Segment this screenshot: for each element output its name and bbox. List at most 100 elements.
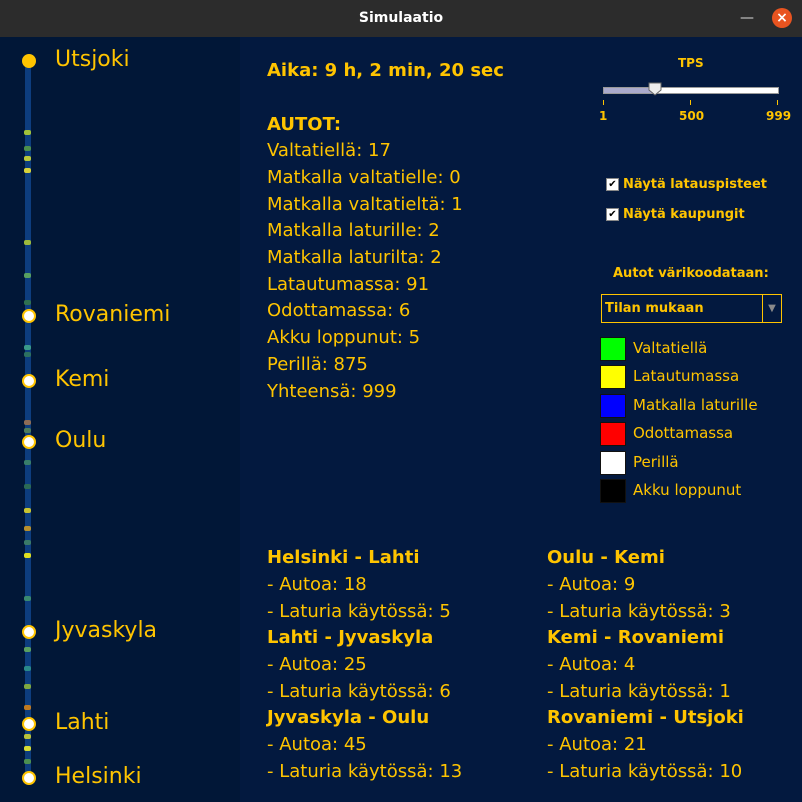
- segment-cars: - Autoa: 21: [547, 734, 647, 755]
- simulation-time: Aika: 9 h, 2 min, 20 sec: [267, 60, 504, 81]
- city-marker-helsinki: [22, 771, 36, 785]
- legend-swatch: [600, 451, 626, 475]
- legend-label: Valtatiellä: [633, 339, 708, 357]
- car-marker: [24, 746, 31, 751]
- stat-line: Odottamassa: 6: [267, 300, 411, 321]
- checkbox-label: Näytä latauspisteet: [623, 177, 768, 192]
- car-marker: [24, 484, 31, 489]
- car-marker: [24, 420, 31, 425]
- legend-label: Latautumassa: [633, 367, 740, 385]
- legend-swatch: [600, 337, 626, 361]
- segment-title: Helsinki - Lahti: [267, 547, 420, 568]
- checkbox-check-icon[interactable]: ✔: [606, 208, 619, 221]
- car-marker: [24, 300, 31, 305]
- stat-line: Matkalla valtatieltä: 1: [267, 194, 463, 215]
- tps-slider-thumb[interactable]: [648, 82, 662, 96]
- tps-tick: [603, 100, 604, 105]
- stat-line: Akku loppunut: 5: [267, 327, 421, 348]
- city-label-jyvaskyla: Jyvaskyla: [55, 618, 158, 643]
- show-cities-checkbox[interactable]: ✔ Näytä kaupungit: [606, 207, 745, 222]
- close-icon[interactable]: ×: [772, 8, 792, 28]
- city-label-utsjoki: Utsjoki: [55, 47, 130, 72]
- segment-chargers: - Laturia käytössä: 13: [267, 761, 463, 782]
- city-label-rovaniemi: Rovaniemi: [55, 302, 171, 327]
- segment-title: Kemi - Rovaniemi: [547, 627, 724, 648]
- segment-chargers: - Laturia käytössä: 1: [547, 681, 731, 702]
- car-marker: [24, 647, 31, 652]
- legend-swatch: [600, 479, 626, 503]
- segment-chargers: - Laturia käytössä: 6: [267, 681, 451, 702]
- city-marker-jyvaskyla: [22, 625, 36, 639]
- city-map-panel: [0, 37, 240, 802]
- segment-title: Jyvaskyla - Oulu: [267, 707, 430, 728]
- legend-label: Odottamassa: [633, 424, 734, 442]
- car-marker: [24, 684, 31, 689]
- color-coding-select[interactable]: Tilan mukaan ▼: [601, 294, 782, 323]
- car-marker: [24, 526, 31, 531]
- stat-line: Valtatiellä: 17: [267, 140, 391, 161]
- city-marker-kemi: [22, 374, 36, 388]
- tps-min-label: 1: [599, 109, 608, 123]
- car-marker: [24, 130, 31, 135]
- car-marker: [24, 273, 31, 278]
- car-marker: [24, 508, 31, 513]
- tps-label: TPS: [678, 56, 704, 70]
- legend-label: Akku loppunut: [633, 481, 742, 499]
- car-marker: [24, 666, 31, 671]
- car-marker: [24, 146, 31, 151]
- car-marker: [24, 168, 31, 173]
- car-marker: [24, 553, 31, 558]
- checkbox-label: Näytä kaupungit: [623, 207, 745, 222]
- segment-chargers: - Laturia käytössä: 5: [267, 601, 451, 622]
- car-marker: [24, 240, 31, 245]
- segment-title: Lahti - Jyvaskyla: [267, 627, 434, 648]
- stat-line: Perillä: 875: [267, 354, 368, 375]
- legend-swatch: [600, 394, 626, 418]
- title-bar: Simulaatio — ×: [0, 0, 802, 37]
- tps-tick: [777, 100, 778, 105]
- segment-cars: - Autoa: 45: [267, 734, 367, 755]
- legend-swatch: [600, 365, 626, 389]
- segment-title: Oulu - Kemi: [547, 547, 665, 568]
- car-marker: [24, 156, 31, 161]
- car-marker: [24, 759, 31, 764]
- car-marker: [24, 596, 31, 601]
- stat-line: Latautumassa: 91: [267, 274, 430, 295]
- car-marker: [24, 352, 31, 357]
- car-marker: [24, 460, 31, 465]
- city-label-lahti: Lahti: [55, 710, 110, 735]
- legend-swatch: [600, 422, 626, 446]
- city-marker-oulu: [22, 435, 36, 449]
- segment-chargers: - Laturia käytössä: 3: [547, 601, 731, 622]
- tps-max-label: 999: [766, 109, 792, 123]
- minimize-icon[interactable]: —: [740, 11, 754, 25]
- select-value: Tilan mukaan: [605, 301, 704, 316]
- tps-tick: [690, 100, 691, 105]
- city-marker-lahti: [22, 717, 36, 731]
- cars-heading: AUTOT:: [267, 114, 342, 135]
- show-chargers-checkbox[interactable]: ✔ Näytä latauspisteet: [606, 177, 767, 192]
- segment-chargers: - Laturia käytössä: 10: [547, 761, 743, 782]
- stat-line: Matkalla laturilta: 2: [267, 247, 442, 268]
- car-marker: [24, 734, 31, 739]
- car-marker: [24, 540, 31, 545]
- window-title: Simulaatio: [358, 10, 444, 26]
- checkbox-check-icon[interactable]: ✔: [606, 178, 619, 191]
- tps-mid-label: 500: [679, 109, 705, 123]
- segment-cars: - Autoa: 4: [547, 654, 636, 675]
- color-coding-label: Autot värikoodataan:: [613, 266, 769, 281]
- legend-label: Matkalla laturille: [633, 396, 758, 414]
- segment-cars: - Autoa: 25: [267, 654, 367, 675]
- stat-line: Matkalla valtatielle: 0: [267, 167, 461, 188]
- legend-label: Perillä: [633, 453, 679, 471]
- stat-line: Yhteensä: 999: [267, 381, 397, 402]
- city-label-kemi: Kemi: [55, 367, 110, 392]
- chevron-down-icon[interactable]: ▼: [762, 295, 781, 322]
- car-marker: [24, 345, 31, 350]
- car-marker: [24, 705, 31, 710]
- city-label-oulu: Oulu: [55, 428, 107, 453]
- segment-title: Rovaniemi - Utsjoki: [547, 707, 744, 728]
- tps-slider[interactable]: [603, 87, 779, 94]
- city-marker-rovaniemi: [22, 309, 36, 323]
- stat-line: Matkalla laturille: 2: [267, 220, 440, 241]
